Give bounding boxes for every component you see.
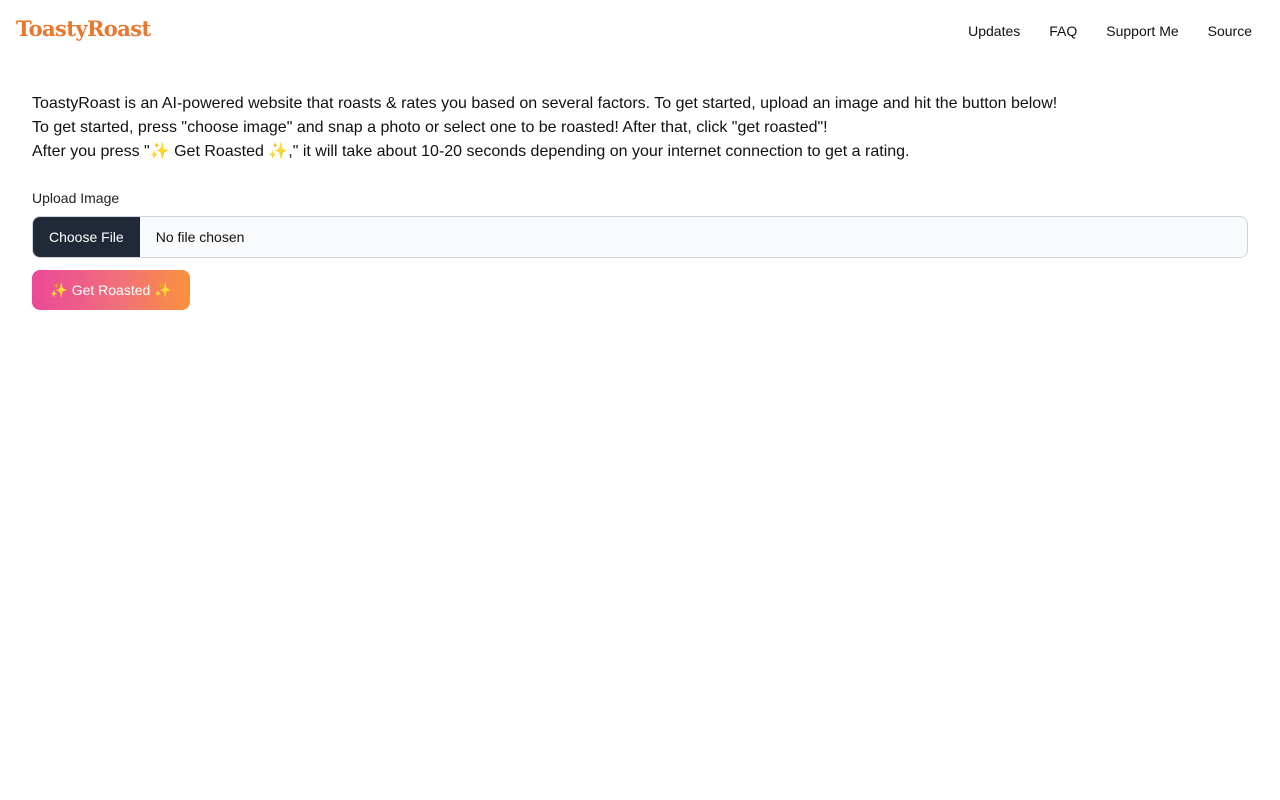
nav-link-updates[interactable]: Updates xyxy=(968,22,1020,40)
upload-image-label: Upload Image xyxy=(32,190,120,206)
nav-link-support-me[interactable]: Support Me xyxy=(1106,22,1178,40)
choose-file-button[interactable]: Choose File xyxy=(33,217,140,257)
top-navbar: ToastyRoast Updates FAQ Support Me Sourc… xyxy=(0,0,1280,60)
main-nav: Updates FAQ Support Me Source xyxy=(939,22,1252,40)
intro-line-1: ToastyRoast is an AI-powered website tha… xyxy=(32,95,1058,112)
nav-link-faq[interactable]: FAQ xyxy=(1049,22,1077,40)
intro-line-3: After you press "✨ Get Roasted ✨," it wi… xyxy=(32,143,910,160)
file-status-text: No file chosen xyxy=(155,229,245,245)
intro-text: ToastyRoast is an AI-powered website tha… xyxy=(32,92,1248,164)
nav-link-source[interactable]: Source xyxy=(1208,22,1252,40)
file-upload-input[interactable]: Choose File No file chosen xyxy=(32,216,1248,258)
get-roasted-button[interactable]: ✨ Get Roasted ✨ xyxy=(32,270,190,310)
intro-line-2: To get started, press "choose image" and… xyxy=(32,119,828,136)
site-logo[interactable]: ToastyRoast xyxy=(16,16,151,42)
